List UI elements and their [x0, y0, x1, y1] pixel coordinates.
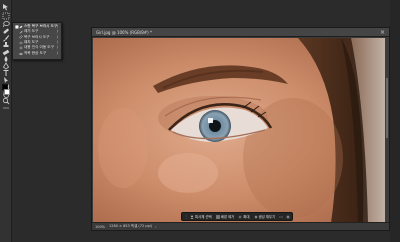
remove-background-label: 배경 제거: [220, 215, 235, 219]
select-subject-icon: [190, 215, 194, 219]
flyout-item-red-eye[interactable]: 적목 현상 도구 J: [13, 51, 61, 56]
contextual-task-bar: ⋮ 피사체 선택 배경 제거 확대 생성 채우기: [181, 212, 293, 221]
taskbar-grip-icon[interactable]: ⋮: [184, 214, 188, 219]
portrait-photo: [93, 38, 385, 223]
healing-tools-flyout: ■ 스팟 복구 브러시 도구 J 제거 도구 J 복구 브러시 도구 J 패치 …: [12, 22, 62, 60]
flyout-item-label: 스팟 복구 브러시 도구: [24, 23, 58, 28]
select-subject-button[interactable]: 피사체 선택: [189, 213, 213, 220]
more-button[interactable]: 확대: [237, 213, 250, 220]
more-label: 확대: [243, 215, 250, 219]
flyout-item-shortcut: J: [56, 50, 58, 55]
flyout-item-label: 적목 현상 도구: [24, 50, 47, 55]
status-bar: 100% 1280 × 853 픽셀 (72 ppi) ›: [92, 222, 389, 230]
flyout-item-label: 내용 인식 이동 도구: [24, 45, 54, 50]
flyout-item-shortcut: J: [56, 29, 58, 34]
flyout-item-shortcut: J: [56, 40, 58, 45]
settings-icon[interactable]: [285, 215, 290, 219]
background-color-swatch[interactable]: [4, 89, 10, 95]
vertical-scrollbar[interactable]: [385, 38, 389, 223]
flyout-item-label: 제거 도구: [24, 29, 39, 34]
flyout-item-shortcut: J: [56, 45, 58, 50]
select-subject-label: 피사체 선택: [195, 215, 212, 219]
zoom-level[interactable]: 100%: [95, 225, 105, 229]
status-menu-arrow[interactable]: ›: [155, 225, 156, 229]
document-info: 1280 × 853 픽셀 (72 ppi): [109, 224, 153, 228]
marquee-tool-icon[interactable]: [1, 12, 11, 20]
flyout-item-shortcut: J: [56, 23, 58, 28]
remove-background-icon: [215, 214, 220, 219]
image-canvas[interactable]: [93, 38, 385, 223]
generative-fill-label: 생성 채우기: [258, 215, 276, 219]
document-tab[interactable]: Girl.jpg @ 100% (RGB/8#) * ×: [92, 28, 389, 37]
flyout-item-label: 복구 브러시 도구: [24, 34, 50, 39]
sparkle-icon: [253, 214, 258, 219]
close-icon[interactable]: ×: [380, 29, 385, 36]
document-title: Girl.jpg @ 100% (RGB/8#) *: [96, 29, 152, 35]
panel-dock: [390, 0, 400, 242]
remove-background-button[interactable]: 배경 제거: [215, 213, 236, 220]
document-window: Girl.jpg @ 100% (RGB/8#) * × 100% 1280 ×…: [91, 27, 390, 231]
expand-icon: [238, 215, 242, 218]
more-options-icon[interactable]: [278, 215, 283, 219]
flyout-item-shortcut: J: [56, 34, 58, 39]
tools-panel: [0, 0, 12, 242]
generative-fill-button[interactable]: 생성 채우기: [253, 213, 277, 220]
move-tool-icon[interactable]: [1, 3, 11, 11]
scrollbar-thumb[interactable]: [386, 78, 388, 138]
